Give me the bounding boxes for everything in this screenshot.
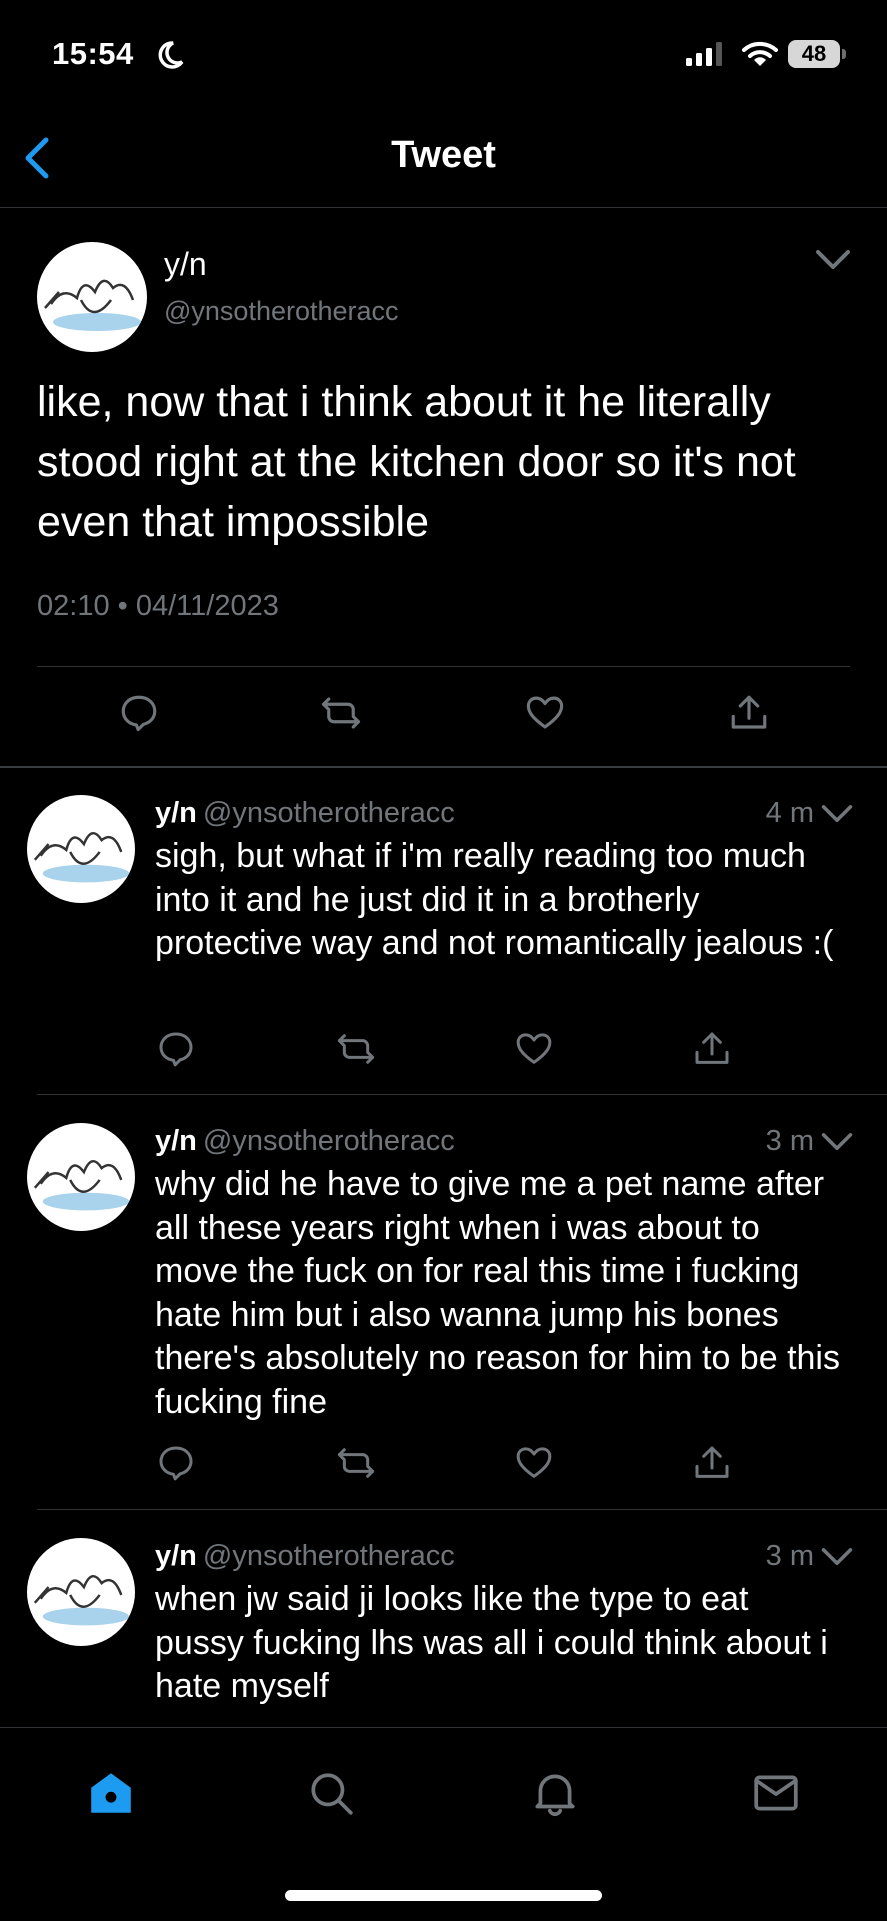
avatar[interactable] (27, 1123, 135, 1231)
author-name[interactable]: y/n (155, 1125, 197, 1157)
chevron-down-icon[interactable] (820, 803, 854, 825)
reply-tweet[interactable]: y/n @ynsotherotheracc 3 m when jw said ji… (0, 1538, 887, 1726)
tweet-timestamp: 02:10 • 04/11/2023 (37, 590, 279, 622)
tweet-text: like, now that i think about it he liter… (37, 378, 796, 546)
page-title: Tweet (391, 134, 496, 176)
status-time: 15:54 (52, 36, 134, 71)
author-handle[interactable]: @ynsotherotheracc (203, 797, 455, 829)
notifications-icon[interactable] (530, 1768, 580, 1818)
reply-tweet[interactable]: y/n @ynsotherotheracc 3 m why did he have… (0, 1123, 887, 1508)
author-name[interactable]: y/n (155, 797, 197, 829)
retweet-icon[interactable] (336, 1029, 376, 1069)
avatar[interactable] (37, 242, 147, 352)
reply-divider (37, 1509, 887, 1510)
header-divider (0, 207, 887, 208)
reply-text: sigh, but what if i'm really reading too… (155, 837, 834, 962)
home-indicator[interactable] (285, 1890, 602, 1901)
retweet-icon[interactable] (320, 692, 362, 734)
wifi-icon (742, 41, 778, 66)
home-icon[interactable] (86, 1768, 136, 1818)
reply-text: when jw said ji looks like the type to e… (155, 1580, 828, 1705)
reply-divider (37, 1094, 887, 1095)
author-name[interactable]: y/n (164, 246, 207, 283)
section-divider (0, 766, 887, 768)
reply-tweet[interactable]: y/n @ynsotherotheracc 4 m sigh, but what … (0, 795, 887, 1095)
reply-text: why did he have to give me a pet name af… (155, 1165, 840, 1421)
avatar[interactable] (27, 1538, 135, 1646)
author-name[interactable]: y/n (155, 1540, 197, 1572)
battery-tip (842, 49, 846, 59)
like-heart-icon[interactable] (514, 1443, 554, 1483)
cellular-signal-icon (686, 42, 722, 66)
retweet-icon[interactable] (336, 1443, 376, 1483)
author-handle[interactable]: @ynsotherotheracc (203, 1540, 455, 1572)
reply-age: 4 m (765, 797, 814, 829)
chevron-down-icon[interactable] (820, 1131, 854, 1153)
battery-indicator: 48 (788, 40, 840, 68)
share-icon[interactable] (692, 1029, 732, 1069)
reply-header: y/n @ynsotherotheracc (155, 795, 455, 831)
reply-icon[interactable] (118, 692, 160, 734)
reply-icon[interactable] (156, 1029, 196, 1069)
search-icon[interactable] (306, 1768, 356, 1818)
author-handle[interactable]: @ynsotherotheracc (164, 296, 399, 327)
reply-header: y/n @ynsotherotheracc (155, 1538, 455, 1574)
moon-icon (158, 41, 184, 69)
like-heart-icon[interactable] (524, 692, 566, 734)
chevron-down-icon[interactable] (814, 248, 852, 272)
reply-age: 3 m (765, 1540, 814, 1572)
avatar[interactable] (27, 795, 135, 903)
tweet-divider (37, 666, 850, 667)
share-icon[interactable] (692, 1443, 732, 1483)
reply-header: y/n @ynsotherotheracc (155, 1123, 455, 1159)
messages-icon[interactable] (751, 1768, 801, 1818)
reply-icon[interactable] (156, 1443, 196, 1483)
share-icon[interactable] (728, 692, 770, 734)
author-handle[interactable]: @ynsotherotheracc (203, 1125, 455, 1157)
reply-age: 3 m (765, 1125, 814, 1157)
chevron-down-icon[interactable] (820, 1546, 854, 1568)
like-heart-icon[interactable] (514, 1029, 554, 1069)
